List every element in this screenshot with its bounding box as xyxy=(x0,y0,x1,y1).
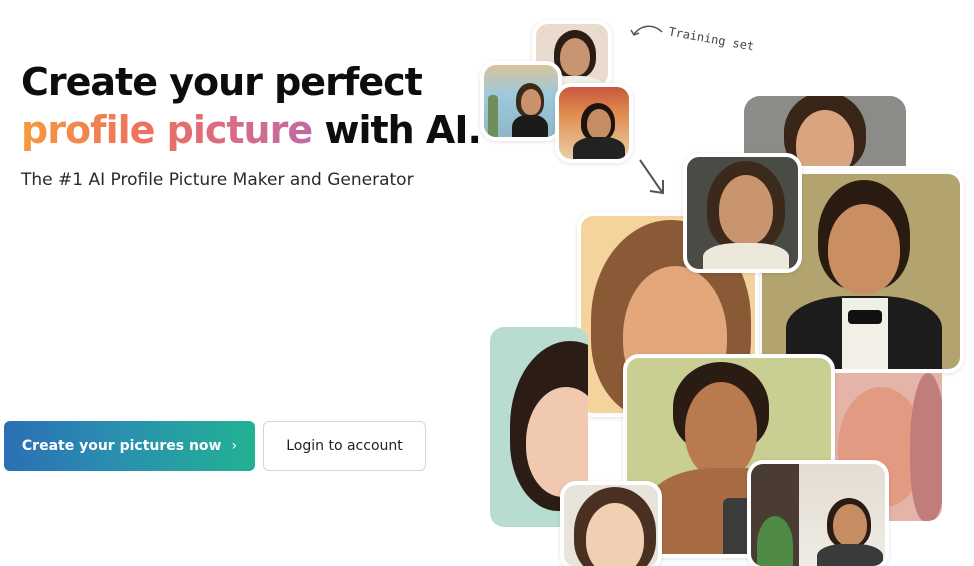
create-pictures-button[interactable]: Create your pictures now › xyxy=(4,421,255,471)
training-set-label: Training set xyxy=(667,24,756,54)
login-label: Login to account xyxy=(286,438,403,454)
hero-subtitle: The #1 AI Profile Picture Maker and Gene… xyxy=(21,170,414,190)
create-pictures-label: Create your pictures now xyxy=(21,438,222,454)
curved-arrow-icon xyxy=(630,25,663,36)
arrow-down-right-icon xyxy=(639,159,664,195)
generated-photo-anime-bottom xyxy=(560,481,662,566)
training-photo-2 xyxy=(480,61,562,141)
hero-title-rest: with AI. xyxy=(312,108,482,152)
generated-photo-smiling xyxy=(747,460,889,566)
chevron-right-icon: › xyxy=(231,438,238,454)
training-photo-3 xyxy=(555,83,633,163)
generated-photo-small-top xyxy=(683,153,802,273)
hero-title: Create your perfect profile picture with… xyxy=(21,58,482,154)
hero-title-line1: Create your perfect xyxy=(21,60,423,104)
hero-title-line2: profile picture with AI. xyxy=(21,106,482,154)
hero-title-highlight: profile picture xyxy=(21,108,313,152)
login-button[interactable]: Login to account xyxy=(263,421,426,471)
